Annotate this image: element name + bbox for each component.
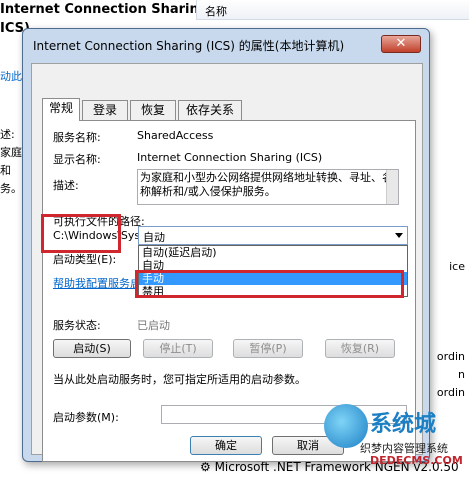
- background-fragment: ice: [449, 260, 465, 273]
- startup-type-current: 自动: [143, 231, 165, 244]
- display-name-label: 显示名称:: [53, 153, 101, 166]
- service-status-value: 已启动: [137, 319, 170, 332]
- background-fragment: 务。: [0, 182, 22, 195]
- start-parameters-label: 启动参数(M):: [53, 411, 119, 424]
- background-left-panel: 动此 述: 家庭 和 务。: [0, 40, 22, 420]
- description-box[interactable]: 为家庭和小型办公网络提供网络地址转换、寻址、名称解析和/或入侵保护服务。: [137, 169, 399, 205]
- start-button[interactable]: 启动(S): [53, 339, 131, 358]
- tab-logon[interactable]: 登录: [82, 100, 128, 120]
- watermark-url: DEDECMS.COM: [370, 454, 463, 467]
- background-fragment: 和: [0, 164, 11, 177]
- tab-dependencies[interactable]: 依存关系: [178, 100, 242, 120]
- background-fragment: ordin: [436, 386, 465, 399]
- background-fragment: 家庭: [0, 146, 22, 159]
- start-parameters-note: 当从此处启动服务时，您可指定所适用的启动参数。: [53, 373, 306, 386]
- annotation-highlight-startup-label: [41, 214, 121, 253]
- background-fragment: 述:: [0, 128, 15, 141]
- service-name-label: 服务名称:: [53, 131, 101, 144]
- gear-icon: ⚙: [200, 460, 215, 474]
- startup-option-auto-delayed[interactable]: 自动(延迟启动): [139, 246, 407, 259]
- pause-button[interactable]: 暂停(P): [233, 339, 303, 358]
- description-text: 为家庭和小型办公网络提供网络地址转换、寻址、名称解析和/或入侵保护服务。: [140, 171, 393, 198]
- background-fragment[interactable]: 动此: [0, 68, 22, 84]
- column-header-label: 名称: [205, 5, 227, 18]
- background-window-title: Internet Connection Sharing: [0, 2, 209, 17]
- tab-recovery[interactable]: 恢复: [130, 100, 176, 120]
- column-header-name[interactable]: 名称: [196, 0, 469, 20]
- help-configure-link[interactable]: 帮助我配置服务启: [53, 275, 141, 291]
- service-status-label: 服务状态:: [53, 319, 101, 332]
- startup-type-label: 启动类型(E):: [53, 253, 117, 266]
- service-name-value: SharedAccess: [137, 129, 214, 142]
- description-label: 描述:: [53, 179, 79, 192]
- close-icon: ✕: [395, 36, 407, 51]
- dialog-title: Internet Connection Sharing (ICS) 的属性(本地…: [33, 39, 345, 53]
- background-fragment: n: [458, 368, 465, 381]
- watermark-logo: 系统城 织梦内容管理系统 DEDECMS.COM: [320, 400, 469, 477]
- startup-type-select[interactable]: 自动: [138, 226, 408, 245]
- resume-button[interactable]: 恢复(R): [325, 339, 395, 358]
- tab-general[interactable]: 常规: [42, 98, 80, 121]
- chevron-down-icon: [395, 233, 403, 238]
- background-fragment: ordin: [436, 350, 465, 363]
- watermark-brand: 系统城: [370, 412, 437, 437]
- annotation-highlight-disabled-option: [135, 270, 404, 298]
- stop-button[interactable]: 停止(T): [143, 339, 213, 358]
- close-button[interactable]: ✕: [381, 35, 421, 53]
- description-scrollbar[interactable]: [386, 170, 398, 204]
- ok-button[interactable]: 确定: [190, 436, 262, 455]
- display-name-value: Internet Connection Sharing (ICS): [137, 151, 323, 164]
